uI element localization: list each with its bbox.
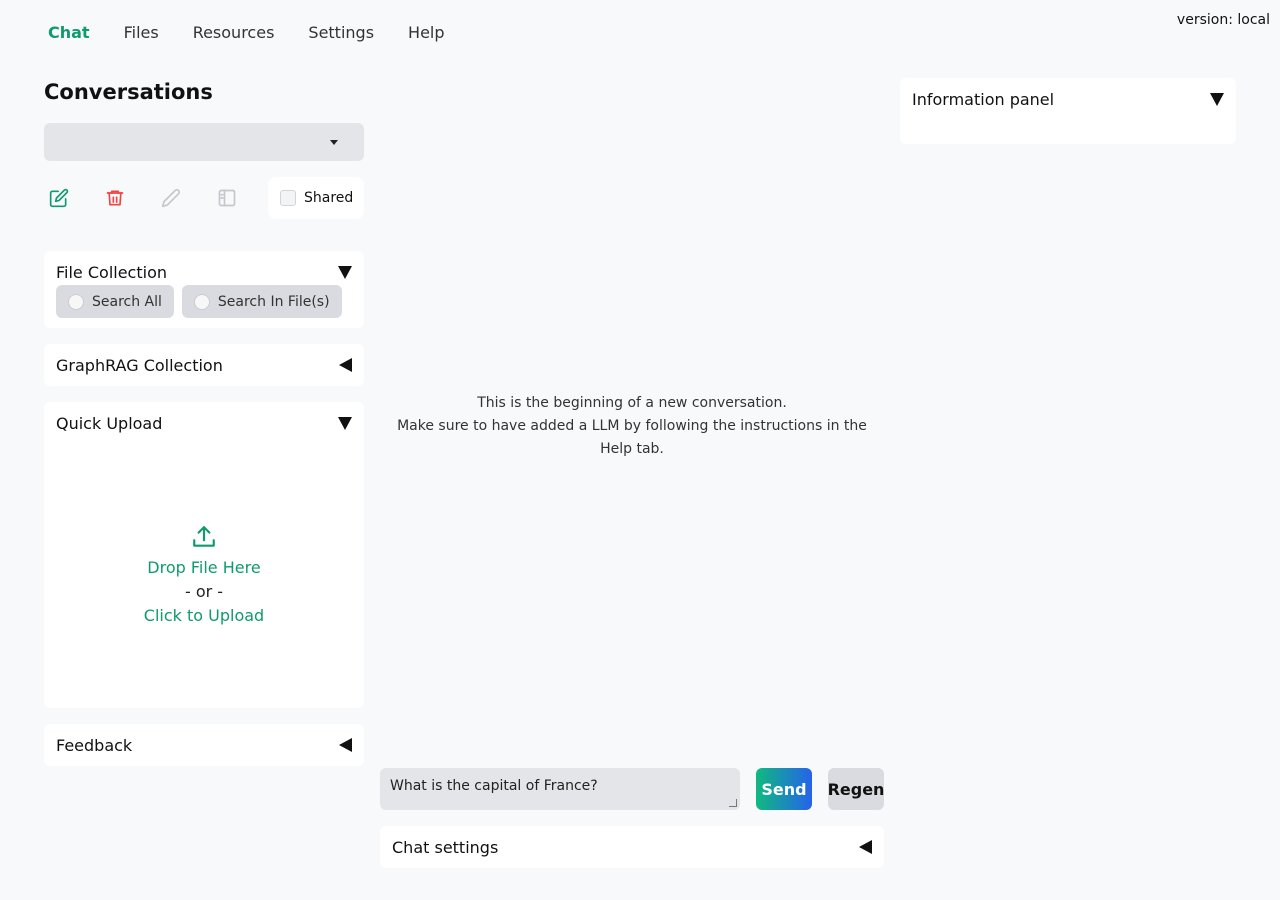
search-all-radio[interactable]: Search All	[56, 285, 174, 318]
graphrag-collection-header[interactable]: GraphRAG Collection	[44, 344, 364, 386]
click-to-upload-link[interactable]: Click to Upload	[144, 604, 264, 628]
upload-icon	[193, 526, 215, 547]
information-panel-header[interactable]: Information panel	[900, 78, 1236, 120]
file-collection-title: File Collection	[56, 262, 167, 282]
or-text: - or -	[184, 582, 224, 601]
new-conversation-button[interactable]	[44, 183, 74, 213]
search-in-files-label: Search In File(s)	[217, 293, 330, 310]
conversation-toolbar: Shared	[44, 177, 364, 219]
chat-settings-panel: Chat settings	[380, 826, 884, 868]
tab-files[interactable]: Files	[124, 22, 159, 44]
rename-icon	[161, 189, 180, 208]
graphrag-collection-panel: GraphRAG Collection	[44, 344, 364, 386]
shared-checkbox[interactable]	[280, 190, 296, 206]
empty-conversation-message: This is the beginning of a new conversat…	[380, 392, 884, 461]
collapse-triangle-icon	[338, 416, 352, 430]
information-panel-title: Information panel	[912, 89, 1055, 109]
regen-button[interactable]: Regen	[828, 768, 884, 810]
quick-upload-title: Quick Upload	[56, 413, 163, 433]
conversation-select[interactable]	[44, 123, 364, 161]
drop-file-text: Drop File Here	[147, 558, 261, 577]
file-drop-zone[interactable]: Drop File Here - or - Click to Upload	[44, 444, 364, 708]
quick-upload-panel: Quick Upload Drop File Here - or - Click…	[44, 402, 364, 708]
feedback-header[interactable]: Feedback	[44, 724, 364, 766]
search-all-label: Search All	[92, 293, 162, 310]
conversations-title: Conversations	[44, 80, 213, 104]
empty-message-line-2: Make sure to have added a LLM by followi…	[397, 418, 867, 457]
chat-settings-header[interactable]: Chat settings	[380, 826, 884, 868]
rename-conversation-button[interactable]	[156, 183, 186, 213]
quick-upload-header[interactable]: Quick Upload	[44, 402, 364, 444]
expand-triangle-icon	[339, 358, 352, 372]
feedback-title: Feedback	[56, 735, 133, 755]
version-label: version: local	[1176, 12, 1270, 28]
file-collection-panel: File Collection Search All Search In Fil…	[44, 251, 364, 328]
information-panel: Information panel	[900, 78, 1236, 144]
graphrag-collection-title: GraphRAG Collection	[56, 355, 223, 375]
send-button[interactable]: Send	[756, 768, 812, 810]
chat-settings-title: Chat settings	[392, 837, 499, 857]
tab-chat[interactable]: Chat	[48, 22, 90, 44]
resize-grip-icon[interactable]	[729, 799, 737, 807]
delete-conversation-button[interactable]	[100, 183, 130, 213]
top-nav: Chat Files Resources Settings Help	[48, 22, 479, 44]
tab-settings[interactable]: Settings	[308, 22, 374, 44]
toggle-sidebar-button[interactable]	[212, 183, 242, 213]
chat-input-text: What is the capital of France?	[390, 778, 598, 794]
delete-icon	[106, 190, 124, 206]
new-chat-icon	[49, 188, 69, 208]
sidebar-toggle-icon	[218, 189, 236, 207]
search-in-files-radio[interactable]: Search In File(s)	[181, 285, 342, 318]
tab-help[interactable]: Help	[408, 22, 444, 44]
sidebar: Conversations Shared File Collection Sea…	[44, 78, 364, 766]
search-mode-radio-group: Search All Search In File(s)	[44, 285, 364, 328]
collapse-triangle-icon	[1210, 92, 1224, 106]
tab-resources[interactable]: Resources	[193, 22, 275, 44]
expand-triangle-icon	[339, 738, 352, 752]
chat-input[interactable]: What is the capital of France?	[380, 768, 740, 810]
shared-label: Shared	[304, 190, 354, 206]
shared-toggle[interactable]: Shared	[268, 177, 364, 219]
feedback-panel: Feedback	[44, 724, 364, 766]
chevron-down-icon	[330, 140, 338, 145]
expand-triangle-icon	[859, 840, 872, 854]
radio-dot-icon	[193, 293, 210, 310]
empty-message-line-1: This is the beginning of a new conversat…	[477, 395, 787, 411]
collapse-triangle-icon	[338, 265, 352, 279]
radio-dot-icon	[68, 293, 84, 310]
